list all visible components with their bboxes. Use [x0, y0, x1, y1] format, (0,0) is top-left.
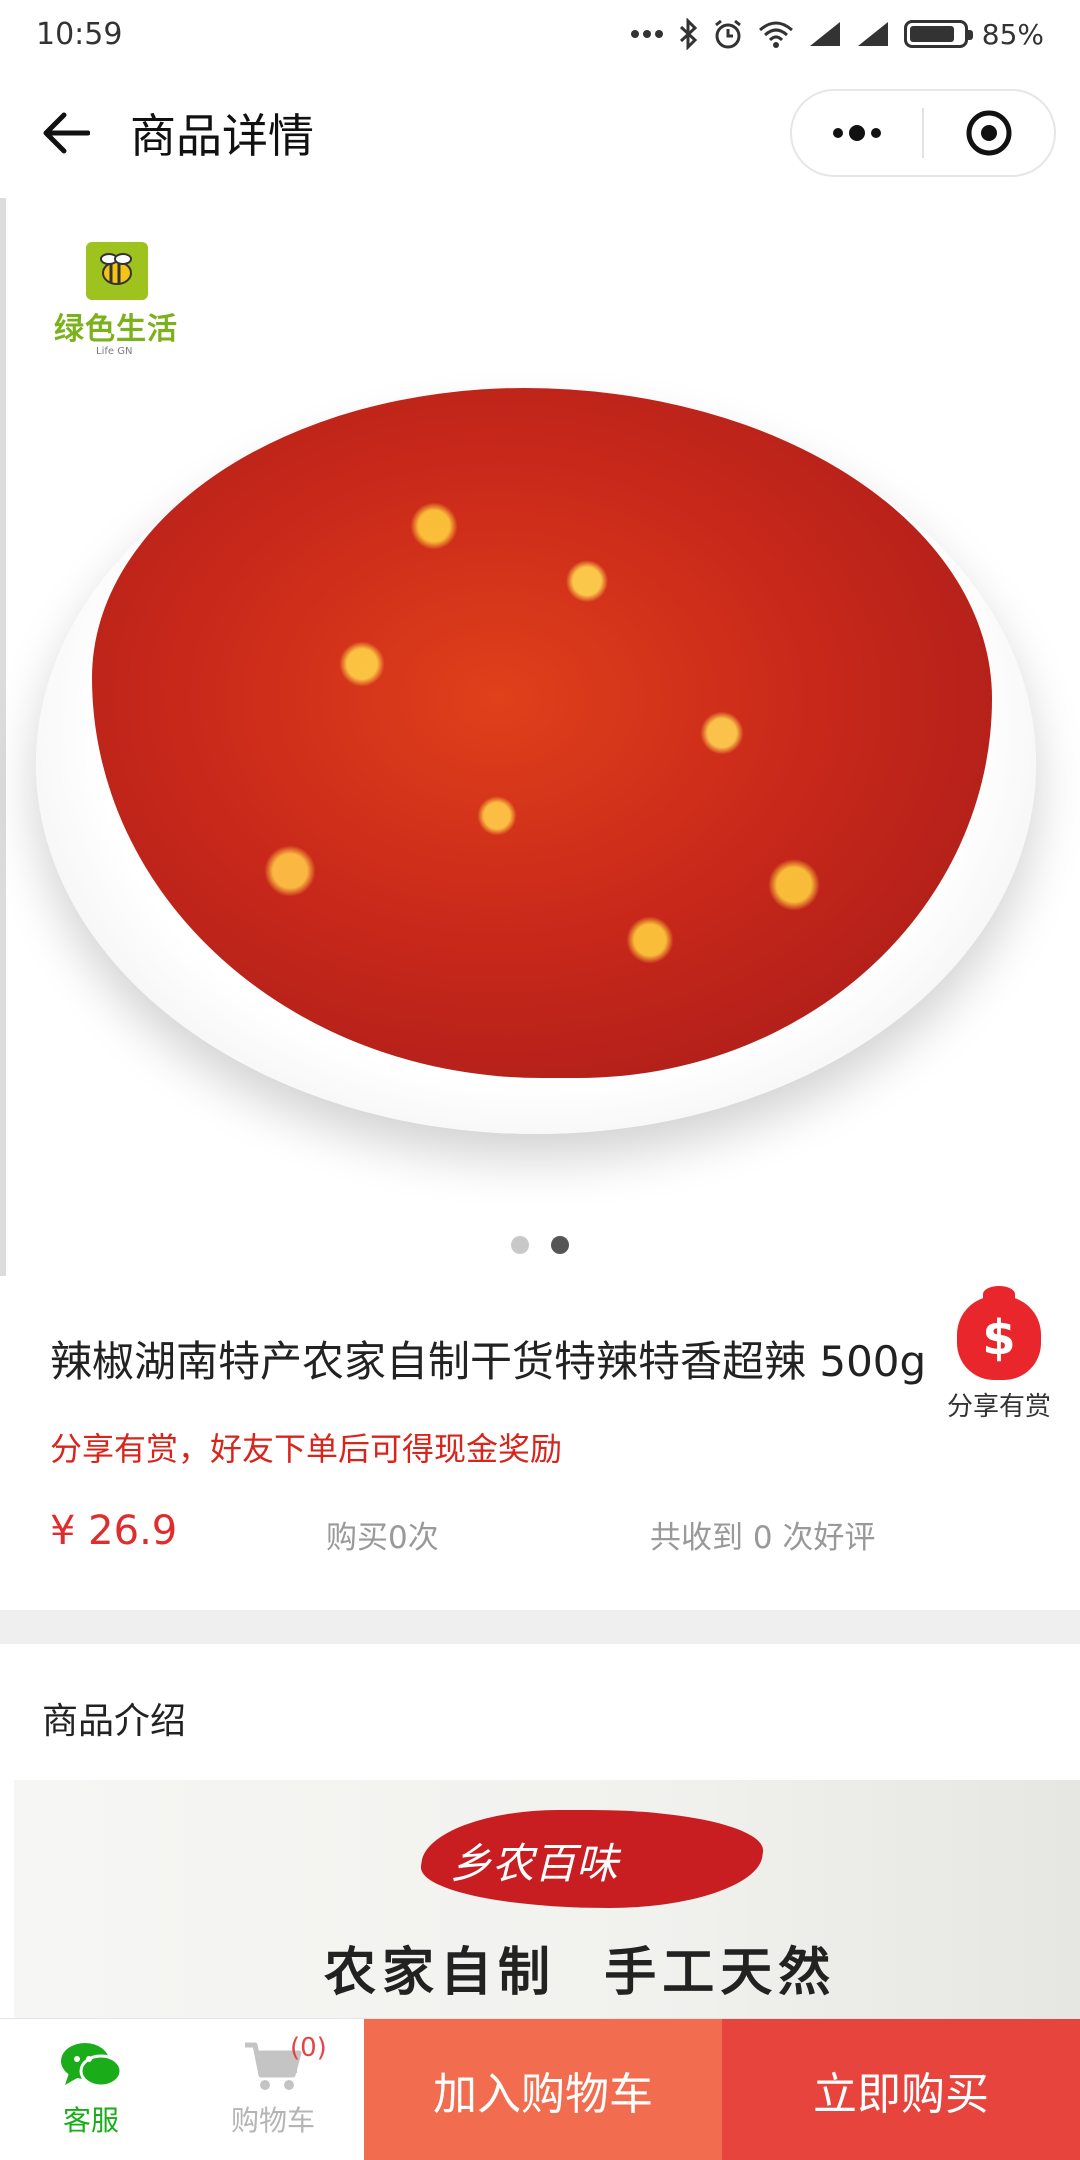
bee-icon	[86, 242, 148, 300]
close-button[interactable]	[924, 91, 1054, 175]
buy-count: 购买0次	[326, 1520, 439, 1556]
customer-service-label: 客服	[62, 2103, 119, 2137]
add-to-cart-button[interactable]: 加入购物车	[364, 2019, 722, 2160]
menu-button[interactable]	[792, 91, 922, 175]
battery-icon	[903, 20, 973, 48]
status-bar: 10:59 85%	[0, 0, 1080, 68]
reward-notice: 分享有赏，好友下单后可得现金奖励	[50, 1430, 563, 1468]
mini-program-capsule	[790, 89, 1056, 177]
cart-count-badge: (0)	[290, 2033, 327, 2063]
praise-count: 共收到 0 次好评	[650, 1520, 876, 1556]
chat-bubbles-icon	[61, 2042, 123, 2087]
target-circle-icon	[966, 110, 1012, 156]
status-icons: 85%	[630, 17, 1044, 51]
customer-service-button[interactable]: 客服	[0, 2019, 182, 2160]
bluetooth-icon	[678, 17, 698, 51]
gallery-dot-2[interactable]	[551, 1236, 569, 1254]
alarm-icon	[712, 17, 744, 51]
banner-brush-text: 乡农百味	[450, 1839, 619, 1888]
brand-name: 绿色生活	[54, 312, 178, 347]
brand-logo: 绿色生活 Life GN	[54, 242, 184, 357]
money-bag-icon: $	[957, 1286, 1041, 1380]
more-dots-icon	[833, 125, 881, 141]
more-dots-icon	[630, 17, 664, 51]
signal-icon	[856, 17, 890, 51]
cart-label: 购物车	[230, 2103, 315, 2137]
gallery-edge	[0, 198, 6, 1276]
back-arrow-icon	[43, 112, 90, 154]
status-time: 10:59	[36, 16, 123, 52]
product-info: 辣椒湖南特产农家自制干货特辣特香超辣 500g $ 分享有赏 分享有赏，好友下单…	[0, 1276, 1080, 1610]
product-gallery[interactable]: 绿色生活 Life GN	[0, 198, 1080, 1276]
cart-button[interactable]: (0) 购物车	[182, 2019, 364, 2160]
nav-bar: 商品详情	[0, 68, 1080, 198]
gallery-dot-1[interactable]	[511, 1236, 529, 1254]
page-title: 商品详情	[130, 109, 314, 163]
battery-fill	[909, 26, 954, 42]
product-price: ¥ 26.9	[50, 1508, 178, 1554]
gallery-indicator	[0, 1236, 1080, 1254]
signal-icon	[808, 17, 842, 51]
intro-title: 商品介绍	[42, 1701, 187, 1742]
wifi-icon	[758, 17, 794, 51]
share-reward-label: 分享有赏	[946, 1392, 1051, 1422]
product-title: 辣椒湖南特产农家自制干货特辣特香超辣 500g	[50, 1337, 927, 1386]
share-reward-button[interactable]: $ 分享有赏	[940, 1286, 1058, 1423]
back-button[interactable]	[30, 97, 102, 169]
bottom-action-bar: 客服 (0) 购物车 加入购物车 立即购买	[0, 2018, 1080, 2160]
battery-percent: 85%	[981, 17, 1044, 51]
buy-now-button[interactable]: 立即购买	[722, 2019, 1080, 2160]
banner-calligraphy: 农家自制 手工天然	[324, 1942, 837, 2003]
